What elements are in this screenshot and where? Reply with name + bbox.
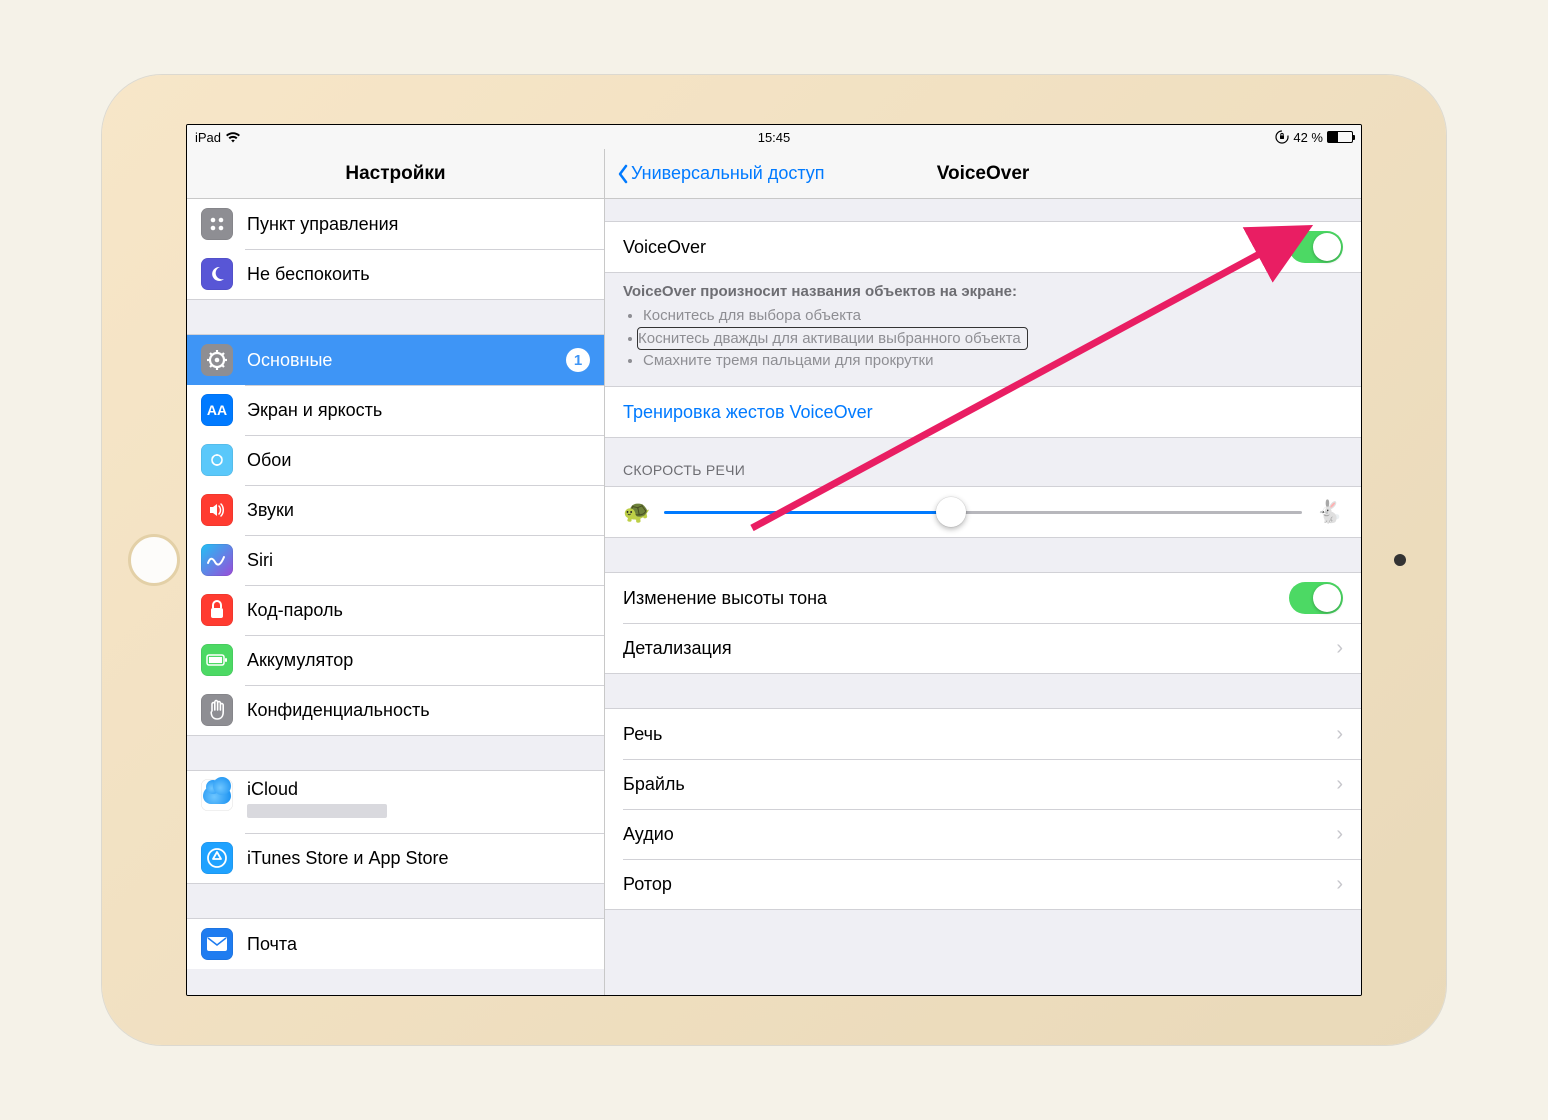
speaking-rate-slider-row: 🐢 🐇 [605,487,1361,537]
audio-row[interactable]: Аудио › [605,809,1361,859]
home-button[interactable] [128,534,180,586]
speaker-icon [201,494,233,526]
siri-icon [201,544,233,576]
note-line: Смахните тремя пальцами для прокрутки [643,350,1343,372]
hand-icon [201,694,233,726]
chevron-right-icon: › [1336,637,1343,660]
control-center-icon [201,208,233,240]
sidebar-item-passcode[interactable]: Код-пароль [187,585,604,635]
wifi-icon [225,131,241,143]
wallpaper-icon [201,444,233,476]
audio-label: Аудио [623,824,1336,845]
sidebar-item-general[interactable]: Основные 1 [187,335,604,385]
braille-row[interactable]: Брайль › [605,759,1361,809]
sidebar-label: Почта [247,934,590,955]
sidebar-label: Конфиденциальность [247,700,590,721]
speech-label: Речь [623,724,1336,745]
verbosity-label: Детализация [623,638,1336,659]
rotor-row[interactable]: Ротор › [605,859,1361,909]
speaking-rate-header: СКОРОСТЬ РЕЧИ [605,438,1361,486]
device-label: iPad [195,130,221,145]
voiceover-description: VoiceOver произносит названия объектов н… [605,273,1361,386]
moon-icon [201,258,233,290]
display-icon: AA [201,394,233,426]
sidebar-item-mail[interactable]: Почта [187,919,604,969]
sidebar-item-display[interactable]: AA Экран и яркость [187,385,604,435]
sidebar-label: Siri [247,550,590,571]
rotation-lock-icon [1275,130,1289,144]
sidebar-label: Основные [247,350,566,371]
chevron-right-icon: › [1336,773,1343,796]
tortoise-icon: 🐢 [623,499,650,525]
battery-icon [201,644,233,676]
sidebar-item-privacy[interactable]: Конфиденциальность [187,685,604,735]
sidebar-label: iCloud [247,779,387,800]
sidebar-label: Не беспокоить [247,264,590,285]
sidebar-label: Звуки [247,500,590,521]
verbosity-row[interactable]: Детализация › [605,623,1361,673]
sidebar-item-siri[interactable]: Siri [187,535,604,585]
battery-percent: 42 % [1293,130,1323,145]
voiceover-toggle-label: VoiceOver [623,237,1289,258]
rabbit-icon: 🐇 [1316,499,1343,525]
voiceover-toggle-row[interactable]: VoiceOver [605,222,1361,272]
detail-header: Универсальный доступ VoiceOver [605,149,1361,199]
detail-pane: Универсальный доступ VoiceOver VoiceOver… [605,149,1361,995]
sidebar-label: Код-пароль [247,600,590,621]
detail-title: VoiceOver [937,163,1030,185]
sidebar-label: Экран и яркость [247,400,590,421]
appstore-icon [201,842,233,874]
slider-thumb[interactable] [936,497,966,527]
status-bar: iPad 15:45 42 % [187,125,1361,149]
back-label: Универсальный доступ [631,163,825,184]
pitch-switch[interactable] [1289,582,1343,614]
battery-icon [1327,131,1353,143]
sidebar-item-itunes[interactable]: iTunes Store и App Store [187,833,604,883]
front-camera [1394,554,1406,566]
mail-icon [201,928,233,960]
practice-gestures-row[interactable]: Тренировка жестов VoiceOver [605,387,1361,437]
lock-icon [201,594,233,626]
chevron-right-icon: › [1336,873,1343,896]
pitch-label: Изменение высоты тона [623,588,1289,609]
rotor-label: Ротор [623,874,1336,895]
speaking-rate-slider[interactable] [664,511,1301,514]
icloud-account-placeholder [247,804,387,818]
sidebar-label: Пункт управления [247,214,590,235]
settings-sidebar: Настройки Пункт управления [187,149,605,995]
gear-icon [201,344,233,376]
speech-row[interactable]: Речь › [605,709,1361,759]
sidebar-item-icloud[interactable]: iCloud [187,771,604,833]
sidebar-item-sounds[interactable]: Звуки [187,485,604,535]
pitch-toggle-row[interactable]: Изменение высоты тона [605,573,1361,623]
ipad-device-frame: iPad 15:45 42 % Настройки [102,75,1446,1045]
cloud-icon [201,779,233,811]
sidebar-item-dnd[interactable]: Не беспокоить [187,249,604,299]
voiceover-switch[interactable] [1289,231,1343,263]
sidebar-label: Аккумулятор [247,650,590,671]
chevron-right-icon: › [1336,723,1343,746]
chevron-right-icon: › [1336,823,1343,846]
screen: iPad 15:45 42 % Настройки [186,124,1362,996]
note-heading: VoiceOver произносит названия объектов н… [623,281,1343,303]
sidebar-item-wallpaper[interactable]: Обои [187,435,604,485]
note-line: Коснитесь дважды для активации выбранног… [637,327,1028,351]
note-line: Коснитесь для выбора объекта [643,305,1343,327]
sidebar-title: Настройки [187,149,604,199]
back-button[interactable]: Универсальный доступ [617,163,825,184]
sidebar-item-battery[interactable]: Аккумулятор [187,635,604,685]
sidebar-label: Обои [247,450,590,471]
practice-gestures-label: Тренировка жестов VoiceOver [623,402,1343,423]
sidebar-label: iTunes Store и App Store [247,848,590,869]
sidebar-item-control-center[interactable]: Пункт управления [187,199,604,249]
notification-badge: 1 [566,348,590,372]
status-time: 15:45 [758,130,791,145]
braille-label: Брайль [623,774,1336,795]
